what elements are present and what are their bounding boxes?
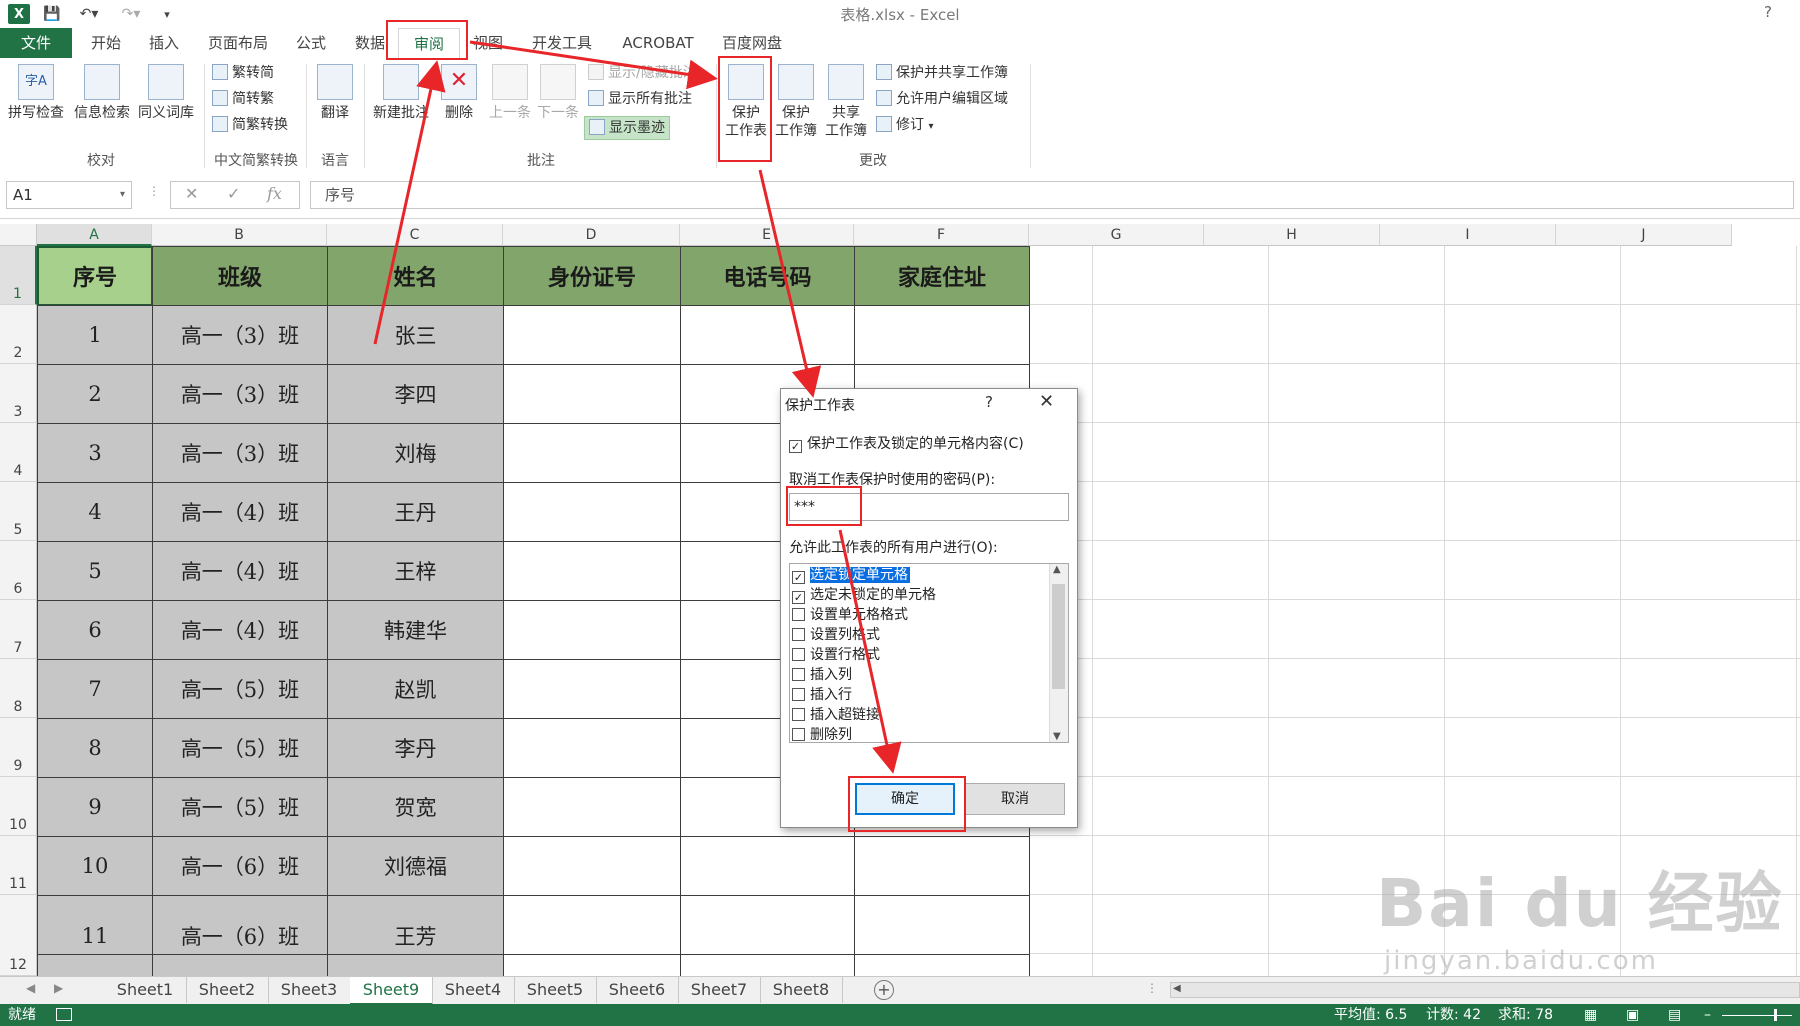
arrow-to-dialog: [758, 169, 822, 398]
arrow-to-protect-sheet: [469, 40, 718, 90]
arrow-to-review-tab: [373, 60, 446, 345]
arrow-to-ok: [838, 529, 902, 774]
annotation-arrows: [373, 40, 902, 774]
